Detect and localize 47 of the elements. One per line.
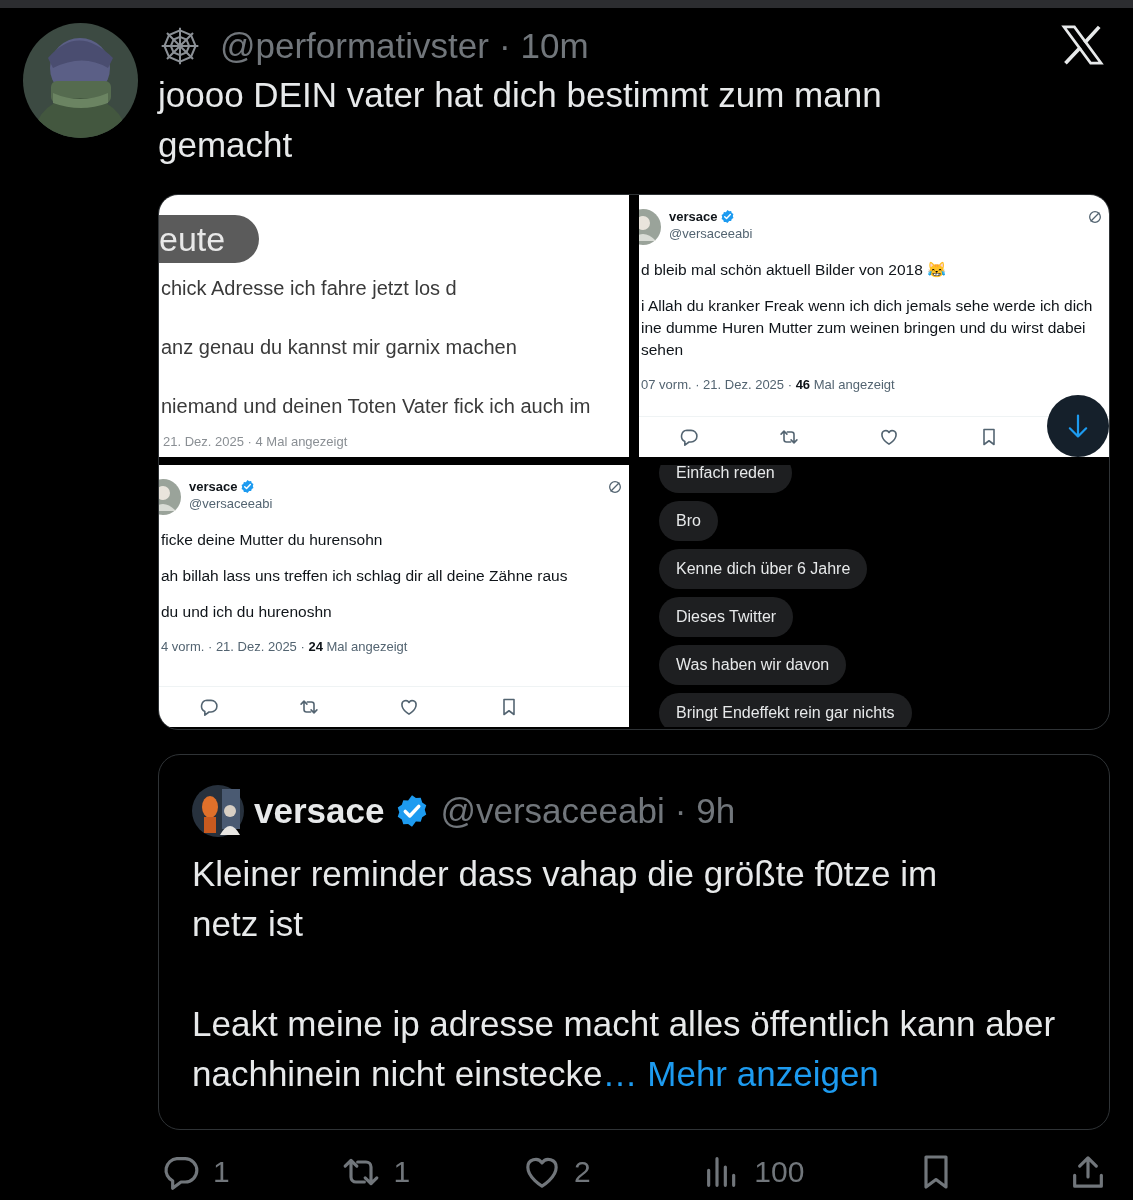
tweet-text: ine dumme Huren Mutter zum weinen bringen und du wirst dabei: [641, 318, 1087, 338]
post-time: 9h: [696, 790, 736, 832]
message-text: anz genau du kannst mir garnix machen: [161, 336, 518, 359]
tweet-text: sehen: [641, 340, 685, 360]
quoted-post-card[interactable]: versace @versaceeabi · 9h Kleiner reminder dass vahap die größte f0tze im netz ist Leakt meine ip adresse macht alles öffentlich kann aber nachhinein nicht einstecke… Mehr anzeigen: [158, 754, 1110, 1130]
tweet-text: du und ich du hurenoshn: [161, 602, 333, 622]
message-bubble: Dieses Twitter: [659, 597, 794, 637]
message-bubble: Einfach reden: [659, 465, 792, 493]
heart-icon[interactable]: [399, 697, 419, 717]
display-name: versace: [254, 790, 385, 832]
tweet-text: d bleib mal schön aktuell Bilder von 2018 😹: [641, 260, 948, 280]
heart-icon[interactable]: [879, 427, 899, 447]
message-bubble: Was haben wir davon: [659, 645, 847, 685]
message-text: chick Adresse ich fahre jetzt los d: [161, 277, 458, 300]
separator-dot: ·: [674, 790, 687, 832]
tweet-meta: 07 vorm. · 21. Dez. 2025 · 46 Mal angezeigt: [641, 377, 896, 392]
reply-icon[interactable]: [679, 427, 699, 447]
link-icon: [607, 479, 623, 495]
display-name: versace: [669, 209, 718, 224]
message-bubble: Bringt Endeffekt rein gar nichts: [659, 693, 912, 727]
link-icon: [1087, 209, 1103, 225]
tweet-text: ah billah lass uns treffen ich schlag dir all deine Zähne raus: [161, 566, 569, 586]
message-bubble: eute: [159, 215, 260, 263]
user-handle: @versaceeabi: [440, 790, 665, 832]
message-bubble: Bro: [659, 501, 718, 541]
user-handle: @performativster: [220, 25, 489, 67]
reply-button[interactable]: 1: [161, 1152, 230, 1192]
user-handle: @versaceeabi: [669, 226, 753, 241]
separator-dot: ·: [498, 25, 511, 67]
quote-text: Kleiner reminder dass vahap die größte f0tze im netz ist: [192, 853, 939, 945]
display-name: versace: [189, 479, 238, 494]
timestamp: 21. Dez. 2025 · 4 Mal angezeigt: [163, 434, 349, 449]
repost-button[interactable]: 1: [341, 1152, 411, 1192]
like-button[interactable]: 2: [521, 1152, 591, 1192]
x-logo-icon[interactable]: [1060, 24, 1106, 66]
views-button[interactable]: 100: [702, 1152, 805, 1192]
tweet-text: i Allah du kranker Freak wenn ich dich jemals sehe werde ich dich: [641, 296, 1094, 316]
post-time: 10m: [520, 25, 589, 67]
tweet-meta: 4 vorm. · 21. Dez. 2025 · 24 Mal angezeigt: [161, 639, 409, 654]
user-handle: @versaceeabi: [189, 496, 273, 511]
tweet-text: ficke deine Mutter du hurensohn: [161, 530, 384, 550]
reply-icon[interactable]: [199, 697, 219, 717]
message-text: niemand und deinen Toten Vater fick ich auch im: [161, 395, 592, 418]
post-text: joooo DEIN vater hat dich bestimmt zum mann gemacht: [158, 74, 883, 166]
message-bubble: Kenne dich über 6 Jahre: [659, 549, 868, 589]
quote-text: Leakt meine ip adresse macht alles öffentlich kann aber nachhinein nicht einstecke… Mehr anzeigen: [192, 1003, 1057, 1095]
show-more-link[interactable]: … Mehr anzeigen: [602, 1054, 879, 1093]
